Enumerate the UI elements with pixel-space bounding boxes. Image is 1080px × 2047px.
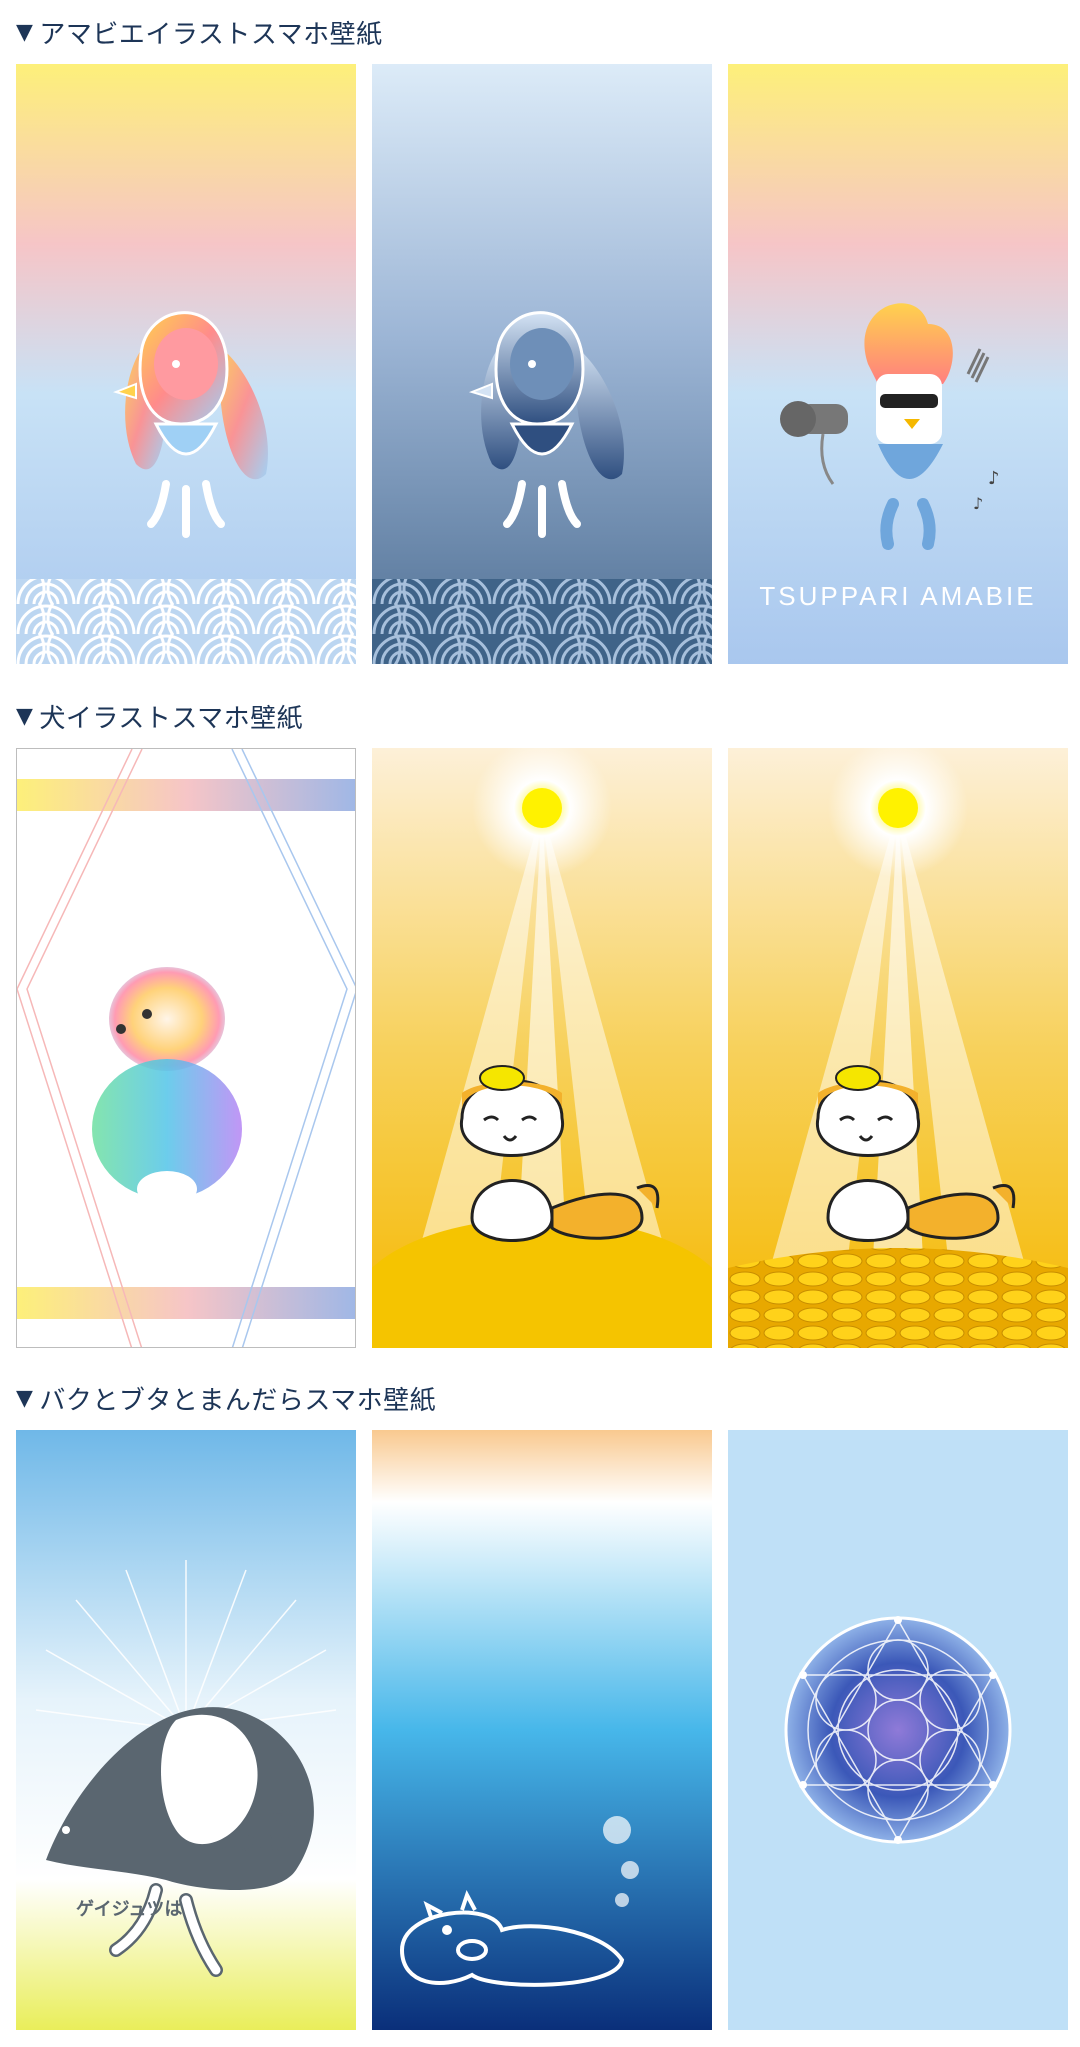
section-heading: 犬イラストスマホ壁紙: [39, 704, 304, 734]
svg-text:♪: ♪: [988, 468, 1000, 489]
triangle-marker-icon: ▼: [16, 20, 34, 45]
section-heading: アマビエイラストスマホ壁紙: [39, 20, 383, 50]
baku-illustration: ゲイジュツは バクバク 髪だ: [16, 1430, 356, 2030]
baku-text-left: ゲイジュツは: [76, 1898, 182, 1920]
pomeranian-illustration: [17, 749, 355, 1347]
baku-text-end: 髪だ: [270, 1806, 311, 1830]
wallpaper-grid-amabie: ♪ ♪ TSUPPARI AMABIE: [16, 64, 1068, 664]
wallpaper-card-shiba-sunbeam[interactable]: [372, 748, 712, 1348]
amabie-rainbow-illustration: [16, 64, 356, 664]
wallpaper-card-shiba-coins[interactable]: [728, 748, 1068, 1348]
wallpaper-card-mandala[interactable]: [728, 1430, 1068, 2030]
section-title-amabie: ▼ アマビエイラストスマホ壁紙: [16, 14, 383, 51]
wallpaper-card-pomeranian[interactable]: [16, 748, 356, 1348]
wallpaper-card-tsuppari-amabie[interactable]: ♪ ♪ TSUPPARI AMABIE: [728, 64, 1068, 664]
wallpaper-card-amabie-rainbow[interactable]: [16, 64, 356, 664]
tsuppari-amabie-illustration: ♪ ♪: [728, 64, 1068, 664]
wallpaper-grid-baku: ゲイジュツは バクバク 髪だ: [16, 1430, 1068, 2030]
shiba-sunbeam-illustration: [372, 748, 712, 1348]
mandala-illustration: [728, 1430, 1068, 2030]
wallpaper-card-amabie-blue[interactable]: [372, 64, 712, 664]
wallpaper-card-pig-underwater[interactable]: [372, 1430, 712, 2030]
tsuppari-amabie-caption: TSUPPARI AMABIE: [759, 581, 1037, 611]
pig-underwater-illustration: [372, 1430, 712, 2030]
wallpaper-grid-dog: [16, 748, 1068, 1348]
shiba-coins-illustration: [728, 748, 1068, 1348]
section-heading: バクとブタとまんだらスマホ壁紙: [39, 1386, 437, 1416]
section-title-baku: ▼ バクとブタとまんだらスマホ壁紙: [16, 1380, 436, 1417]
triangle-marker-icon: ▼: [16, 1386, 34, 1411]
section-title-dog: ▼ 犬イラストスマホ壁紙: [16, 698, 303, 735]
amabie-blue-illustration: [372, 64, 712, 664]
triangle-marker-icon: ▼: [16, 704, 34, 729]
svg-text:♪: ♪: [973, 494, 983, 513]
baku-text-right: バクバク: [221, 1834, 292, 1855]
wallpaper-card-baku[interactable]: ゲイジュツは バクバク 髪だ: [16, 1430, 356, 2030]
